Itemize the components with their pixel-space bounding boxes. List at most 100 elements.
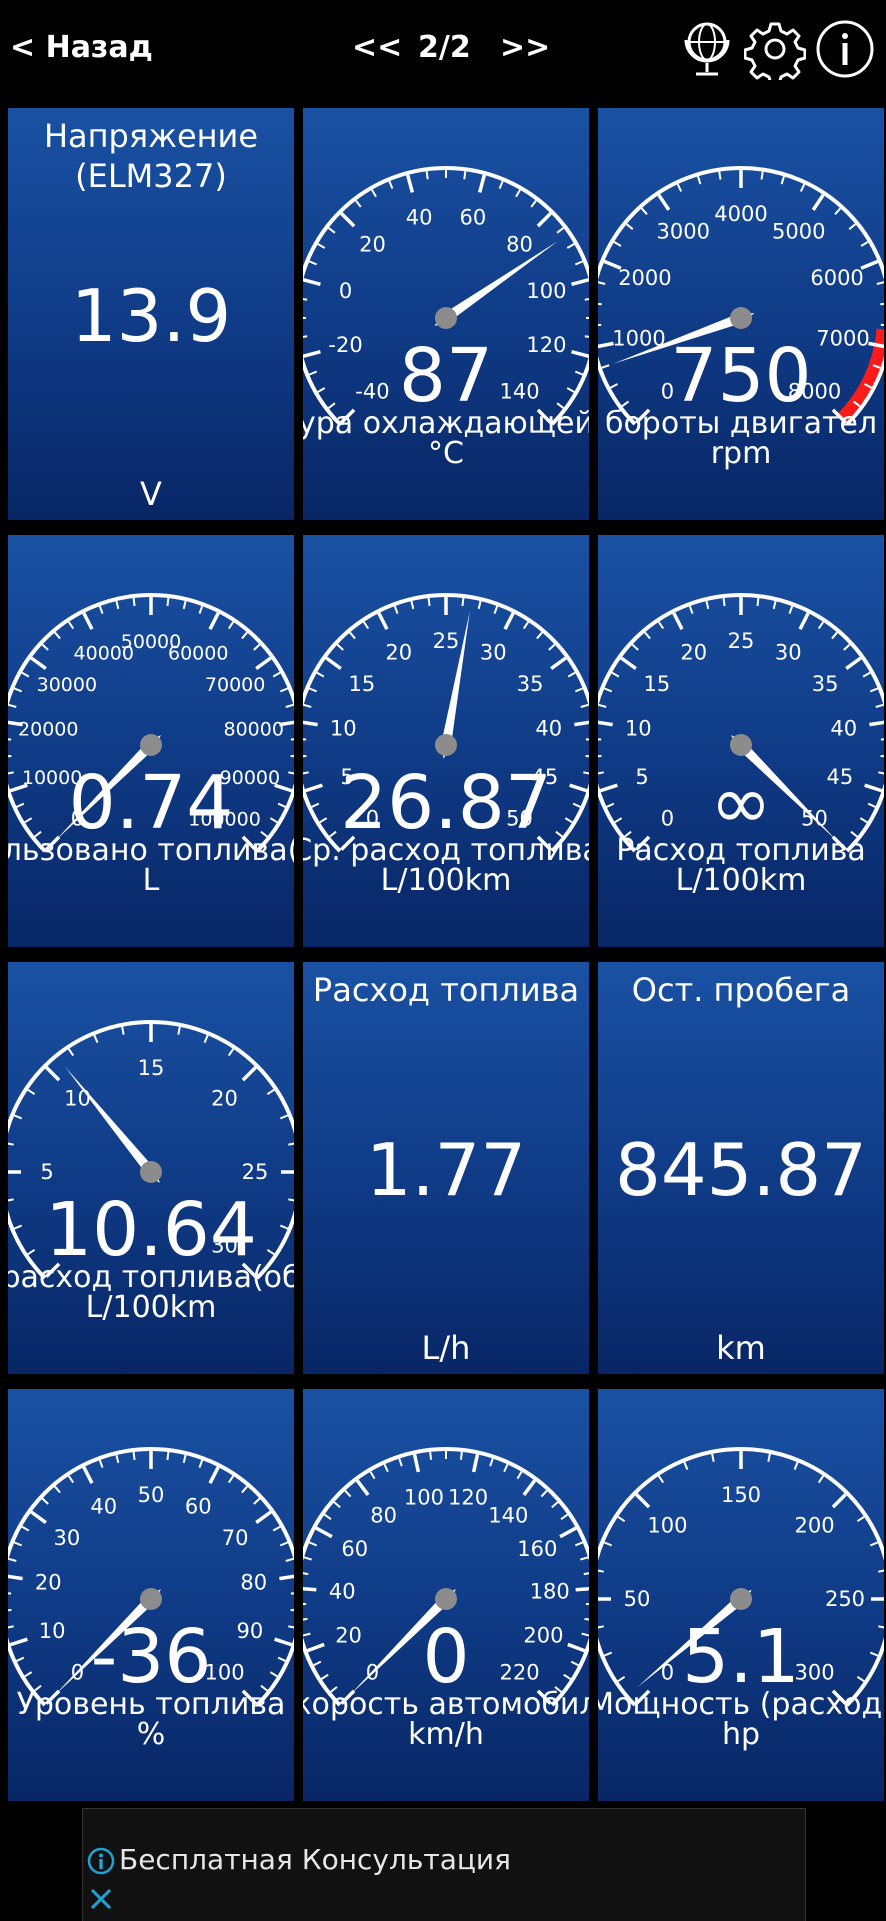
dial-tick xyxy=(724,598,725,606)
dial-tick xyxy=(8,1576,23,1579)
dial-tick xyxy=(561,1515,568,1520)
dial-tick xyxy=(280,1542,287,1545)
gauge-title: Расход топлива xyxy=(303,970,589,1010)
gauge-tile-fuel-consumption[interactable]: 05101520253035404550∞Расход топливаL/100… xyxy=(598,535,884,947)
top-bar: < Назад << 2/2 >> xyxy=(0,0,886,100)
dial-tick xyxy=(116,601,118,609)
gauge-value: 5.1 xyxy=(598,1617,884,1697)
ad-banner[interactable]: Бесплатная Консультация xyxy=(82,1808,806,1921)
dial-tick xyxy=(210,1467,218,1483)
gear-icon[interactable] xyxy=(744,18,806,80)
dial-tick xyxy=(642,208,647,214)
dial-tick xyxy=(55,1486,60,1492)
dial-tick xyxy=(846,658,861,669)
dial-tick xyxy=(326,658,341,669)
dial-tick xyxy=(14,1115,21,1118)
globe-icon[interactable] xyxy=(676,18,738,80)
dial-tick xyxy=(22,673,29,677)
dial-tick-label: 20000 xyxy=(18,719,78,741)
dial-tick-label: 35 xyxy=(517,672,544,696)
gauge-tile-fuel-used[interactable]: 0100002000030000400005000060000700008000… xyxy=(8,535,294,947)
gauge-value: 845.87 xyxy=(598,1130,884,1210)
dial-tick xyxy=(576,1588,589,1589)
dial-tick xyxy=(337,645,343,650)
gauge-unit: L/h xyxy=(303,1330,589,1366)
dial-tick xyxy=(774,601,776,609)
back-button[interactable]: < Назад xyxy=(10,30,153,65)
dial-tick-label: 100 xyxy=(526,279,566,303)
dial-tick xyxy=(46,1067,59,1080)
gauge-value: 13.9 xyxy=(8,276,294,356)
dial-tick xyxy=(627,224,633,229)
dial-hub xyxy=(140,1161,162,1183)
dial-tick xyxy=(167,598,168,606)
dial-tick xyxy=(813,195,823,210)
dial-hub xyxy=(730,734,752,756)
dial-tick xyxy=(116,1455,118,1463)
ad-text[interactable]: Бесплатная Консультация xyxy=(119,1843,511,1876)
dial-tick xyxy=(575,261,582,264)
dial-tick xyxy=(100,606,103,614)
dial-tick xyxy=(286,705,294,707)
dial-tick xyxy=(549,645,555,650)
dial-tick xyxy=(698,176,700,184)
dial-tick xyxy=(134,1452,135,1460)
gauge-value: 750 xyxy=(598,336,884,416)
dial-tick xyxy=(254,645,260,650)
gauge-tile-fuel-level[interactable]: 0102030405060708090100-36Уровень топлива… xyxy=(8,1389,294,1801)
dial-hub xyxy=(435,307,457,329)
info-icon[interactable] xyxy=(87,1847,115,1875)
dial-tick xyxy=(122,1027,124,1035)
gauge-tile-range-remaining[interactable]: Ост. пробега845.87km xyxy=(598,962,884,1374)
dial-tick xyxy=(303,1573,308,1574)
dial-hub xyxy=(730,1588,752,1610)
gauge-tile-fuel-rate[interactable]: Расход топлива 1.77 L/h xyxy=(303,962,589,1374)
dial-tick xyxy=(427,171,428,179)
dial-tick-label: 60 xyxy=(341,1537,368,1561)
dial-tick xyxy=(229,1476,233,1483)
gauge-value: 1.77 xyxy=(303,1130,589,1210)
dial-tick xyxy=(9,1559,17,1561)
gauge-value: -36 xyxy=(8,1617,294,1697)
dial-tick xyxy=(586,756,589,757)
dial-tick xyxy=(537,632,542,638)
dial-tick xyxy=(134,598,135,606)
dial-tick xyxy=(415,1454,419,1472)
dial-tick xyxy=(474,1454,478,1472)
dial-tick xyxy=(598,303,602,304)
dial-tick-label: 30 xyxy=(480,640,507,664)
gauge-tile-power[interactable]: 0501001502002503005.1Мощность (расход)hp xyxy=(598,1389,884,1801)
dial-tick xyxy=(309,1542,316,1545)
gauge-tile-fuel-consumption-total[interactable]: 5101520253010.64расход топлива(обL/100km xyxy=(8,962,294,1374)
dial-tick xyxy=(524,1481,535,1495)
dial-tick-label: 40 xyxy=(329,1580,356,1604)
gauge-tile-avg-fuel-consumption[interactable]: 0510152025303540455026.87Ср. расход топл… xyxy=(303,535,589,947)
dial-tick xyxy=(598,722,613,725)
dial-tick xyxy=(178,1027,180,1035)
info-icon[interactable] xyxy=(814,18,876,80)
dial-tick xyxy=(863,673,870,677)
gauge-tile-engine-rpm[interactable]: 010002000300040005000600070008000750боро… xyxy=(598,108,884,520)
gauge-tile-coolant-temp[interactable]: -40-2002040608010012014087ура охлаждающе… xyxy=(303,108,589,520)
dial-tick xyxy=(69,1476,73,1483)
dial-tick xyxy=(567,244,574,248)
gauge-tile-voltage[interactable]: Напряжение (ELM327)13.9V xyxy=(8,108,294,520)
dial-tick xyxy=(205,1035,208,1042)
dial-tick-label: 60000 xyxy=(168,642,228,664)
gauge-value: 26.87 xyxy=(303,763,589,843)
gauge-tile-vehicle-speed[interactable]: 0204060801001201401601802002200корость а… xyxy=(303,1389,589,1801)
close-icon[interactable] xyxy=(87,1885,115,1913)
dial-tick-label: 10 xyxy=(625,717,652,741)
prev-page-button[interactable]: << xyxy=(352,30,402,65)
dial-tick xyxy=(833,1494,846,1507)
dial-tick xyxy=(334,1502,340,1507)
dial-tick xyxy=(479,601,481,609)
next-page-button[interactable]: >> xyxy=(500,30,550,65)
dial-tick xyxy=(14,688,21,691)
dial-tick xyxy=(256,658,271,669)
dial-tick xyxy=(878,1570,884,1572)
dial-tick xyxy=(516,190,520,197)
dial-tick xyxy=(712,1454,714,1462)
dial-tick xyxy=(690,606,693,614)
dial-tick xyxy=(242,1486,247,1492)
